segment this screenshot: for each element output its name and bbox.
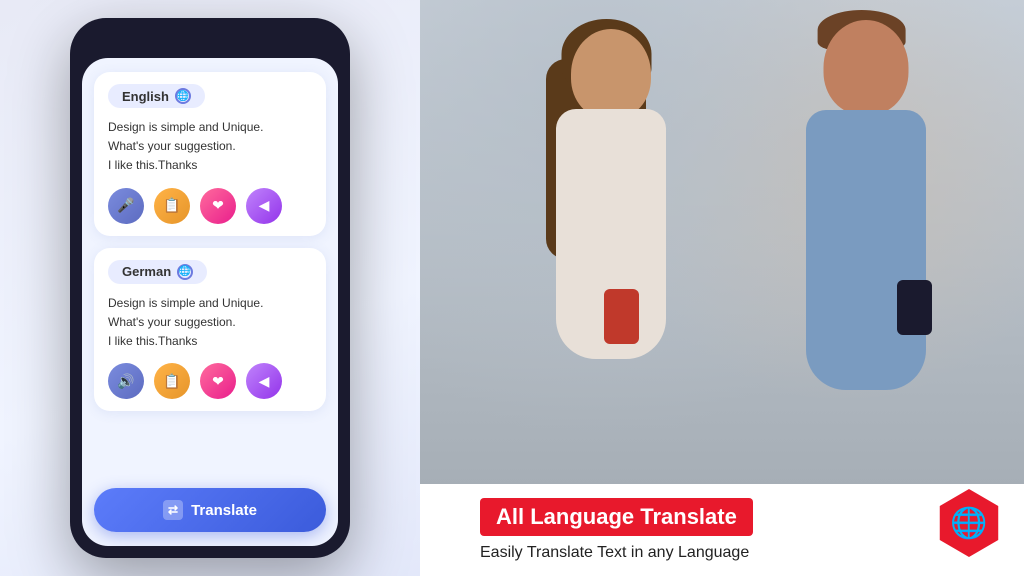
photo-section: All Language Translate Easily Translate … (420, 0, 1024, 576)
heart-icon: ❤ (212, 197, 224, 214)
source-card-header: English 🌐 (108, 84, 312, 108)
phone-held-woman (604, 289, 639, 344)
source-card: English 🌐 Design is simple and Unique. W… (94, 72, 326, 236)
target-card-header: German 🌐 (108, 260, 312, 284)
target-language-label: German (122, 264, 171, 279)
source-actions: 🎤 📋 ❤ ◀ (108, 188, 312, 224)
mic-icon: 🎤 (117, 197, 134, 214)
body-man (806, 110, 926, 390)
copy-icon-2: 📋 (163, 373, 180, 390)
phone-frame: English 🌐 Design is simple and Unique. W… (70, 18, 350, 558)
share-button[interactable]: ◀ (246, 188, 282, 224)
share-icon: ◀ (259, 197, 270, 214)
share-icon-2: ◀ (259, 373, 270, 390)
head-woman (571, 29, 651, 119)
copy-button[interactable]: 📋 (154, 188, 190, 224)
translate-button[interactable]: ⇄ Translate (94, 488, 326, 532)
translate-icon: ⇄ (163, 500, 183, 520)
copy-icon: 📋 (163, 197, 180, 214)
target-globe-icon: 🌐 (177, 264, 193, 280)
head-man (823, 20, 908, 115)
person-woman (511, 29, 711, 449)
source-language-label: English (122, 89, 169, 104)
banner-title: All Language Translate (480, 498, 753, 536)
phone-held-man (897, 280, 932, 335)
phone-section: English 🌐 Design is simple and Unique. W… (0, 0, 420, 576)
person-man (756, 0, 976, 450)
speaker-button[interactable]: 🔊 (108, 363, 144, 399)
phone-screen: English 🌐 Design is simple and Unique. W… (82, 58, 338, 546)
heart-icon-2: ❤ (212, 373, 224, 390)
target-actions: 🔊 📋 ❤ ◀ (108, 363, 312, 399)
translate-button-label: Translate (191, 502, 257, 519)
mic-button[interactable]: 🎤 (108, 188, 144, 224)
globe-badge: 🌐 (934, 488, 1004, 558)
source-text: Design is simple and Unique. What's your… (108, 118, 312, 176)
globe-badge-icon: 🌐 (950, 506, 987, 541)
favorite-button-2[interactable]: ❤ (200, 363, 236, 399)
speaker-icon: 🔊 (117, 373, 134, 390)
favorite-button[interactable]: ❤ (200, 188, 236, 224)
source-globe-icon: 🌐 (175, 88, 191, 104)
copy-button-2[interactable]: 📋 (154, 363, 190, 399)
target-language-pill[interactable]: German 🌐 (108, 260, 207, 284)
hexagon-shape: 🌐 (935, 489, 1003, 557)
source-language-pill[interactable]: English 🌐 (108, 84, 205, 108)
phone-notch (170, 30, 250, 52)
banner-subtitle: Easily Translate Text in any Language (480, 544, 1004, 562)
target-text: Design is simple and Unique. What's your… (108, 294, 312, 352)
share-button-2[interactable]: ◀ (246, 363, 282, 399)
target-card: German 🌐 Design is simple and Unique. Wh… (94, 248, 326, 412)
